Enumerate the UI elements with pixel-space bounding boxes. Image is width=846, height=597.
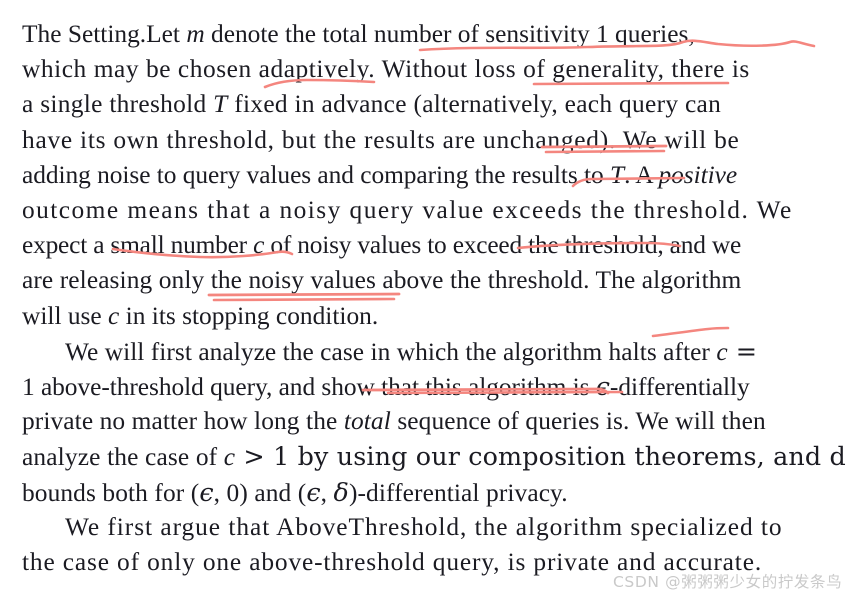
math-symbol-c-3: c (716, 337, 728, 366)
line-11-part-b: -differentially (609, 373, 750, 401)
line-5-part-b: . A (624, 160, 659, 189)
text-line-8: are releasing only the noisy values abov… (22, 266, 742, 295)
line-7-part-b: of noisy values to exceed the threshold,… (264, 231, 742, 260)
text-line-13: analyze the case of c > 1 by using our c… (22, 444, 846, 470)
text-line-9: will use c in its stopping condition. (22, 301, 379, 330)
math-symbol-T-2: T (610, 160, 625, 189)
math-symbol-epsilon: ϵ (595, 371, 610, 401)
line-13-part-b: > 1 by using our composition theorems, a… (235, 441, 846, 472)
line-14-mid: , 0) and ( (213, 478, 307, 507)
emphasis-total: total (343, 407, 391, 436)
text-line-15: We first argue that AboveThreshold, the … (65, 512, 783, 541)
line-11-part-a: 1 above-threshold query, and show that t… (22, 373, 596, 401)
emphasis-positive: positive (658, 160, 738, 189)
text-line-11: 1 above-threshold query, and show that t… (22, 371, 750, 401)
line-10-part-b: = (727, 335, 758, 366)
math-symbol-epsilon-2: ϵ (199, 476, 214, 507)
line-12-part-a: private no matter how long the (22, 407, 344, 436)
text-line-5: adding noise to query values and compari… (22, 160, 738, 189)
text-line-2: which may be chosen adaptively. Without … (22, 55, 750, 84)
math-symbol-m: m (186, 20, 205, 48)
paragraph-lead-label: The Setting. (22, 20, 147, 48)
text-line-1: The Setting.Let m denote the total numbe… (22, 20, 695, 48)
line-12-part-b: sequence of queries is. We will then (390, 407, 766, 436)
line-14-comma: , (320, 478, 334, 507)
line-7-part-a: expect a small number (22, 231, 254, 260)
line-14-part-b: )-differential privacy. (348, 478, 568, 507)
text-line-3: a single threshold T fixed in advance (a… (22, 92, 721, 117)
math-symbol-epsilon-3: ϵ (306, 476, 321, 507)
text-line-7: expect a small number c of noisy values … (22, 231, 742, 260)
line-1-part-a: Let (146, 20, 187, 48)
line-3-part-b: fixed in advance (alternatively, each qu… (227, 90, 722, 119)
math-symbol-c: c (253, 231, 265, 260)
document-page: The Setting.Let m denote the total numbe… (0, 0, 846, 597)
line-1-part-b: denote the total number of sensitivity 1… (204, 20, 695, 48)
text-line-6: outcome means that a noisy query value e… (22, 196, 793, 224)
math-symbol-c-4: c (223, 443, 236, 472)
csdn-watermark: CSDN @粥粥粥少女的拧发条鸟 (613, 573, 843, 591)
text-line-12: private no matter how long the total seq… (22, 407, 766, 436)
line-3-part-a: a single threshold (22, 90, 214, 119)
math-symbol-T: T (213, 90, 228, 119)
text-line-14: bounds both for (ϵ, 0) and (ϵ, δ)-differ… (22, 476, 568, 507)
text-line-4: have its own threshold, but the results … (22, 125, 740, 154)
line-5-part-a: adding noise to query values and compari… (22, 160, 611, 189)
text-line-10: We will first analyze the case in which … (65, 335, 758, 366)
line-13-part-a: analyze the case of (22, 443, 224, 472)
line-10-part-a: We will first analyze the case in which … (65, 337, 717, 366)
math-symbol-delta: δ (333, 476, 349, 507)
line-9-part-a: will use (22, 301, 109, 330)
line-9-part-b: in its stopping condition. (119, 301, 379, 330)
math-symbol-c-2: c (108, 301, 120, 330)
line-14-part-a: bounds both for ( (22, 478, 200, 507)
